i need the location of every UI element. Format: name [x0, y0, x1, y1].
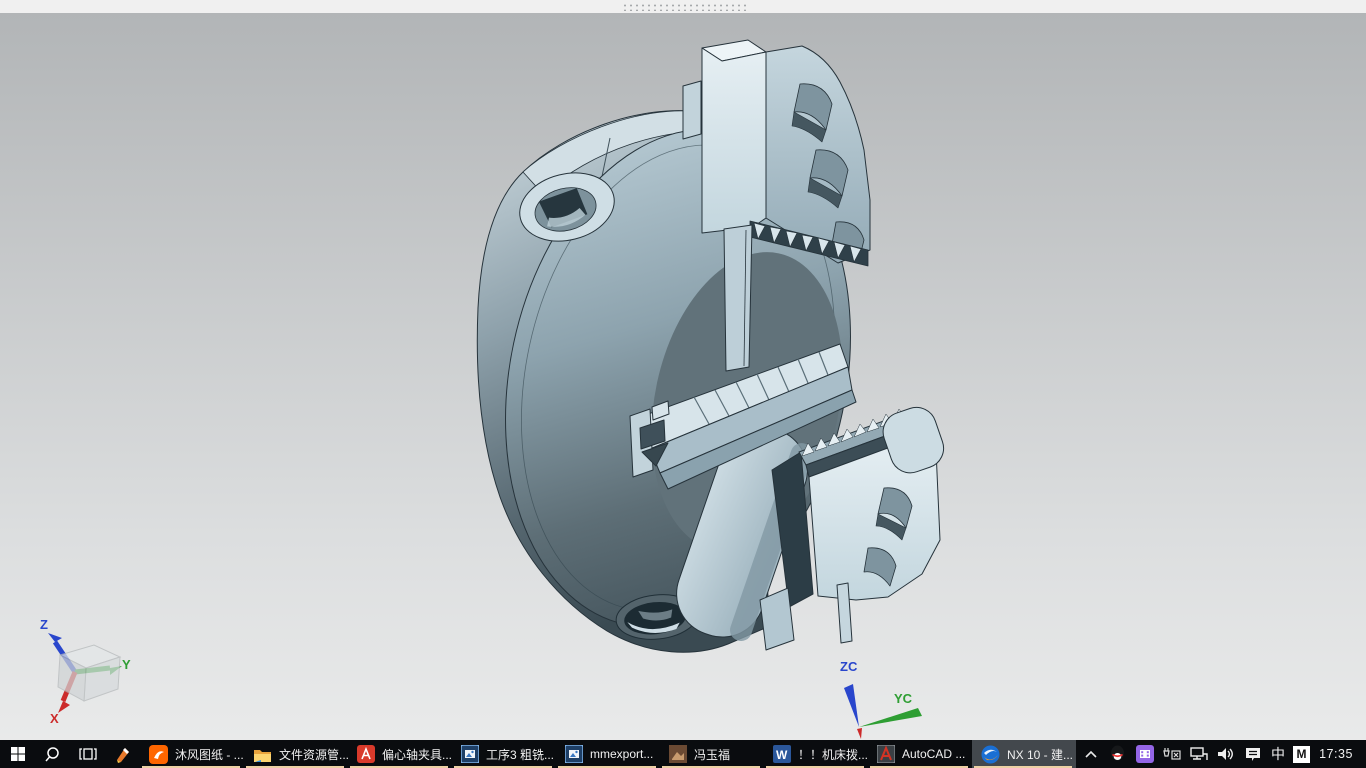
taskbar-app-image2[interactable]: mmexport... — [556, 740, 660, 768]
task-view-icon — [78, 748, 97, 760]
tray-network-button[interactable] — [1186, 746, 1211, 763]
triad-z-label: Z — [40, 617, 48, 632]
svg-text:W: W — [776, 748, 788, 762]
qq-penguin-icon — [1111, 745, 1124, 761]
taskbar-app-word[interactable]: W ！！机床拨... — [764, 740, 868, 768]
taskbar-app-muféng-drawing[interactable]: 沐风图纸 - ... — [140, 740, 244, 768]
tray-qq-button[interactable] — [1105, 745, 1130, 763]
triad-x-label: X — [50, 711, 59, 726]
ime-language-indicator[interactable]: 中 — [1267, 744, 1289, 764]
triad-y-label: Y — [122, 657, 131, 672]
speaker-icon — [1218, 747, 1233, 760]
nx-icon — [981, 745, 1000, 763]
word-icon: W — [773, 745, 791, 763]
start-button[interactable] — [0, 740, 35, 768]
image-viewer-icon — [461, 745, 479, 763]
chuck-3d-model — [476, 39, 945, 653]
brush-icon — [116, 748, 129, 763]
action-center-button[interactable] — [1240, 746, 1265, 763]
taskbar-app-pdf[interactable]: 偏心轴夹具... — [348, 740, 452, 768]
uc-browser-icon — [149, 744, 168, 764]
taskbar-clock[interactable]: 17:35 — [1314, 747, 1358, 761]
task-view-button[interactable] — [70, 740, 105, 768]
wcs-indicator[interactable]: ZC YC — [828, 659, 948, 740]
wcs-zc-label: ZC — [840, 659, 858, 674]
search-button[interactable] — [35, 740, 70, 768]
taskbar-app-file-explorer[interactable]: 文件资源管... — [244, 740, 348, 768]
search-icon — [45, 746, 59, 761]
wcs-yc-label: YC — [894, 691, 913, 706]
action-center-icon — [1245, 747, 1260, 761]
file-explorer-icon — [254, 749, 271, 762]
autocad-icon — [877, 745, 895, 763]
photo-thumbnail-icon — [669, 745, 687, 763]
ime-tool-icon — [1162, 748, 1181, 760]
view-triad[interactable]: Z Y X — [22, 615, 142, 730]
desktop: { "viewport": { "model_description": "3D… — [0, 0, 1366, 768]
taskbar-app-photo[interactable]: 冯玉福 — [660, 740, 764, 768]
video-app-icon — [1135, 745, 1154, 763]
tray-ime-tool-button[interactable] — [1159, 746, 1184, 762]
taskbar-app-autocad[interactable]: AutoCAD ... — [868, 740, 972, 768]
network-icon — [1189, 746, 1208, 760]
windows-logo-icon — [10, 747, 25, 761]
tray-chevron-button[interactable] — [1078, 748, 1103, 760]
tray-volume-button[interactable] — [1213, 746, 1238, 763]
taskbar: 沐风图纸 - ... 文件资源管... 偏心轴夹具... 工序3 粗铣... m… — [0, 740, 1366, 768]
tray-video-app-button[interactable] — [1132, 745, 1157, 763]
view-triad-cube — [48, 633, 122, 713]
image-viewer-icon — [565, 745, 583, 763]
taskbar-app-nx[interactable]: NX 10 - 建... — [972, 740, 1076, 768]
taskbar-app-image1[interactable]: 工序3 粗铣... — [452, 740, 556, 768]
pinned-brush-button[interactable] — [105, 740, 140, 768]
ime-mode-badge[interactable]: M — [1293, 745, 1310, 763]
system-tray: 中 M 17:35 — [1078, 740, 1366, 768]
chevron-up-icon — [1084, 750, 1097, 758]
pdf-icon — [357, 745, 375, 763]
